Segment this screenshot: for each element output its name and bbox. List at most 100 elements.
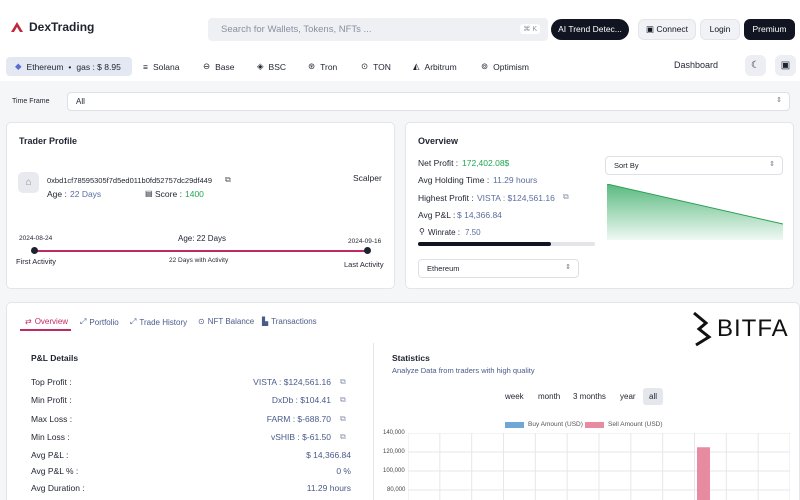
end-date: 2024-09-16 bbox=[348, 238, 382, 245]
timeframe-select[interactable]: All ⇕ bbox=[67, 92, 790, 111]
ton-icon: ⊙ bbox=[361, 61, 369, 71]
arbitrum-icon: ◭ bbox=[413, 61, 420, 71]
chain-solana[interactable]: ≡ Solana bbox=[143, 57, 179, 76]
chain-bsc[interactable]: ◈ BSC bbox=[257, 57, 286, 76]
chain-tron[interactable]: ⊛ Tron bbox=[308, 57, 337, 76]
separator-dot: • bbox=[68, 61, 72, 72]
pnl-row-label: Avg Duration : bbox=[31, 483, 85, 493]
tab-nft-balance[interactable]: ⊙ NFT Balance bbox=[198, 317, 254, 326]
chain-select[interactable]: Ethereum ⇕ bbox=[418, 259, 579, 278]
dashboard-link[interactable]: Dashboard bbox=[674, 60, 718, 70]
ai-trend-button[interactable]: AI Trend Detec... bbox=[551, 19, 629, 40]
chain-ethereum[interactable]: ◆ Ethereum • gas : $ 8.95 bbox=[6, 57, 132, 76]
chain-arbitrum[interactable]: ◭ Arbitrum bbox=[413, 57, 457, 76]
period-month-button[interactable]: month bbox=[532, 388, 566, 405]
tab-overview[interactable]: ⇄ Overview bbox=[25, 317, 68, 326]
ai-trend-label: AI Trend Detec... bbox=[558, 24, 622, 34]
start-date: 2024-08-24 bbox=[19, 235, 53, 242]
base-icon: ⊖ bbox=[203, 61, 211, 71]
bsc-icon: ◈ bbox=[257, 61, 264, 71]
legend-sell: Sell Amount (USD) bbox=[585, 421, 663, 428]
chain-label: Optimism bbox=[493, 61, 530, 72]
chain-label: TON bbox=[373, 61, 391, 72]
transactions-tab-icon: ▙ bbox=[262, 317, 269, 326]
nft-tab-icon: ⊙ bbox=[198, 317, 205, 326]
connect-label: Connect bbox=[656, 24, 689, 34]
sell-amount-bar[interactable] bbox=[697, 447, 710, 500]
connect-button[interactable]: ▣ Connect bbox=[638, 19, 696, 40]
tab-label: Portfolio bbox=[89, 317, 119, 327]
history-tab-icon: ⤢ bbox=[130, 317, 137, 326]
sort-select[interactable]: Sort By ⇕ bbox=[605, 156, 783, 175]
copy-icon[interactable]: ⧉ bbox=[340, 377, 346, 387]
login-button[interactable]: Login bbox=[700, 19, 740, 40]
copy-address-icon[interactable]: ⧉ bbox=[225, 175, 231, 185]
tab-trade-history[interactable]: ⤢ Trade History bbox=[130, 317, 187, 327]
age-value: 22 Days bbox=[70, 189, 102, 199]
chain-ton[interactable]: ⊙ TON bbox=[361, 57, 391, 76]
copy-icon[interactable]: ⧉ bbox=[340, 414, 346, 424]
chevron-updown-icon: ⇕ bbox=[776, 97, 782, 104]
score-icon: ▤ bbox=[145, 189, 153, 198]
statistics-title: Statistics bbox=[392, 353, 430, 363]
legend-buy: Buy Amount (USD) bbox=[505, 421, 583, 428]
search-input[interactable]: Search for Wallets, Tokens, NFTs ... bbox=[221, 24, 371, 35]
net-profit-value: 172,402.08$ bbox=[462, 158, 510, 168]
copy-icon[interactable]: ⧉ bbox=[340, 395, 346, 405]
legend-buy-swatch bbox=[505, 421, 524, 428]
copy-icon[interactable]: ⧉ bbox=[563, 192, 569, 202]
tab-label: Overview bbox=[34, 317, 69, 326]
theme-toggle-button[interactable]: ☾ bbox=[745, 55, 766, 76]
chain-optimism[interactable]: ⊚ Optimism bbox=[481, 57, 529, 76]
highest-profit-value: VISTA : $124,561.16 bbox=[477, 193, 555, 203]
solana-icon: ≡ bbox=[143, 61, 148, 72]
chain-bar: ◆ Ethereum • gas : $ 8.95 ≡ Solana ⊖ Bas… bbox=[0, 55, 800, 81]
portfolio-tab-icon: ⤢ bbox=[80, 317, 87, 326]
y-tick-label: 120,000 bbox=[383, 449, 405, 455]
chain-label: Tron bbox=[320, 61, 338, 72]
winrate-label: Winrate : bbox=[428, 228, 461, 237]
chevron-updown-icon: ⇕ bbox=[769, 161, 775, 168]
legend-buy-label: Buy Amount (USD) bbox=[528, 421, 583, 428]
pnl-row-value: DxDb : $104.41 bbox=[271, 395, 331, 405]
period-all-button[interactable]: all bbox=[643, 388, 664, 405]
first-activity-dot bbox=[31, 247, 38, 254]
panel-divider bbox=[373, 343, 374, 500]
bot-button[interactable]: ▣ bbox=[775, 55, 796, 76]
pnl-row-label: Min Loss : bbox=[31, 432, 70, 442]
chain-label: Arbitrum bbox=[424, 61, 457, 72]
copy-icon[interactable]: ⧉ bbox=[340, 432, 346, 442]
statistics-chart bbox=[408, 433, 790, 500]
chain-base[interactable]: ⊖ Base bbox=[203, 57, 235, 76]
search-bar[interactable]: Search for Wallets, Tokens, NFTs ... ⌘ K bbox=[208, 18, 548, 41]
chain-label: Base bbox=[215, 61, 235, 72]
score-label: Score : bbox=[155, 189, 182, 199]
trader-tag: Scalper bbox=[353, 173, 382, 183]
pnl-row-value: VISTA : $124,561.16 bbox=[253, 377, 331, 387]
period-year-button[interactable]: year bbox=[614, 388, 642, 405]
tab-label: Transactions bbox=[271, 317, 317, 326]
winrate-bar-fill bbox=[418, 242, 551, 246]
tab-transactions[interactable]: ▙ Transactions bbox=[262, 317, 317, 326]
premium-button[interactable]: Premium bbox=[744, 19, 795, 40]
bitfa-logo-text: BITFA bbox=[717, 315, 789, 342]
gas-price: gas : $ 8.95 bbox=[76, 61, 121, 72]
pnl-row-label: Avg P&L % : bbox=[31, 466, 79, 476]
period-3months-button[interactable]: 3 months bbox=[567, 388, 612, 405]
pnl-row-value: 0 % bbox=[336, 466, 351, 476]
optimism-icon: ⊚ bbox=[481, 61, 489, 71]
pnl-row-label: Top Profit : bbox=[31, 377, 72, 387]
app-logo[interactable]: DexTrading bbox=[10, 20, 94, 34]
avatar-icon: ⌂ bbox=[25, 177, 32, 188]
tab-portfolio[interactable]: ⤢ Portfolio bbox=[80, 317, 119, 327]
top-bar: DexTrading Search for Wallets, Tokens, N… bbox=[0, 0, 800, 55]
profit-trend-chart bbox=[607, 184, 783, 240]
pnl-row-value: $ 14,366.84 bbox=[306, 450, 351, 460]
y-tick-label: 80,000 bbox=[387, 487, 406, 493]
wallet-address: 0xbd1cf78595305f7d5ed011b0fd52757dc29df4… bbox=[47, 176, 213, 185]
chain-label: Ethereum bbox=[26, 61, 64, 72]
premium-label: Premium bbox=[752, 24, 787, 34]
period-week-button[interactable]: week bbox=[499, 388, 530, 405]
login-label: Login bbox=[709, 24, 731, 34]
pnl-row-label: Max Loss : bbox=[31, 414, 73, 424]
